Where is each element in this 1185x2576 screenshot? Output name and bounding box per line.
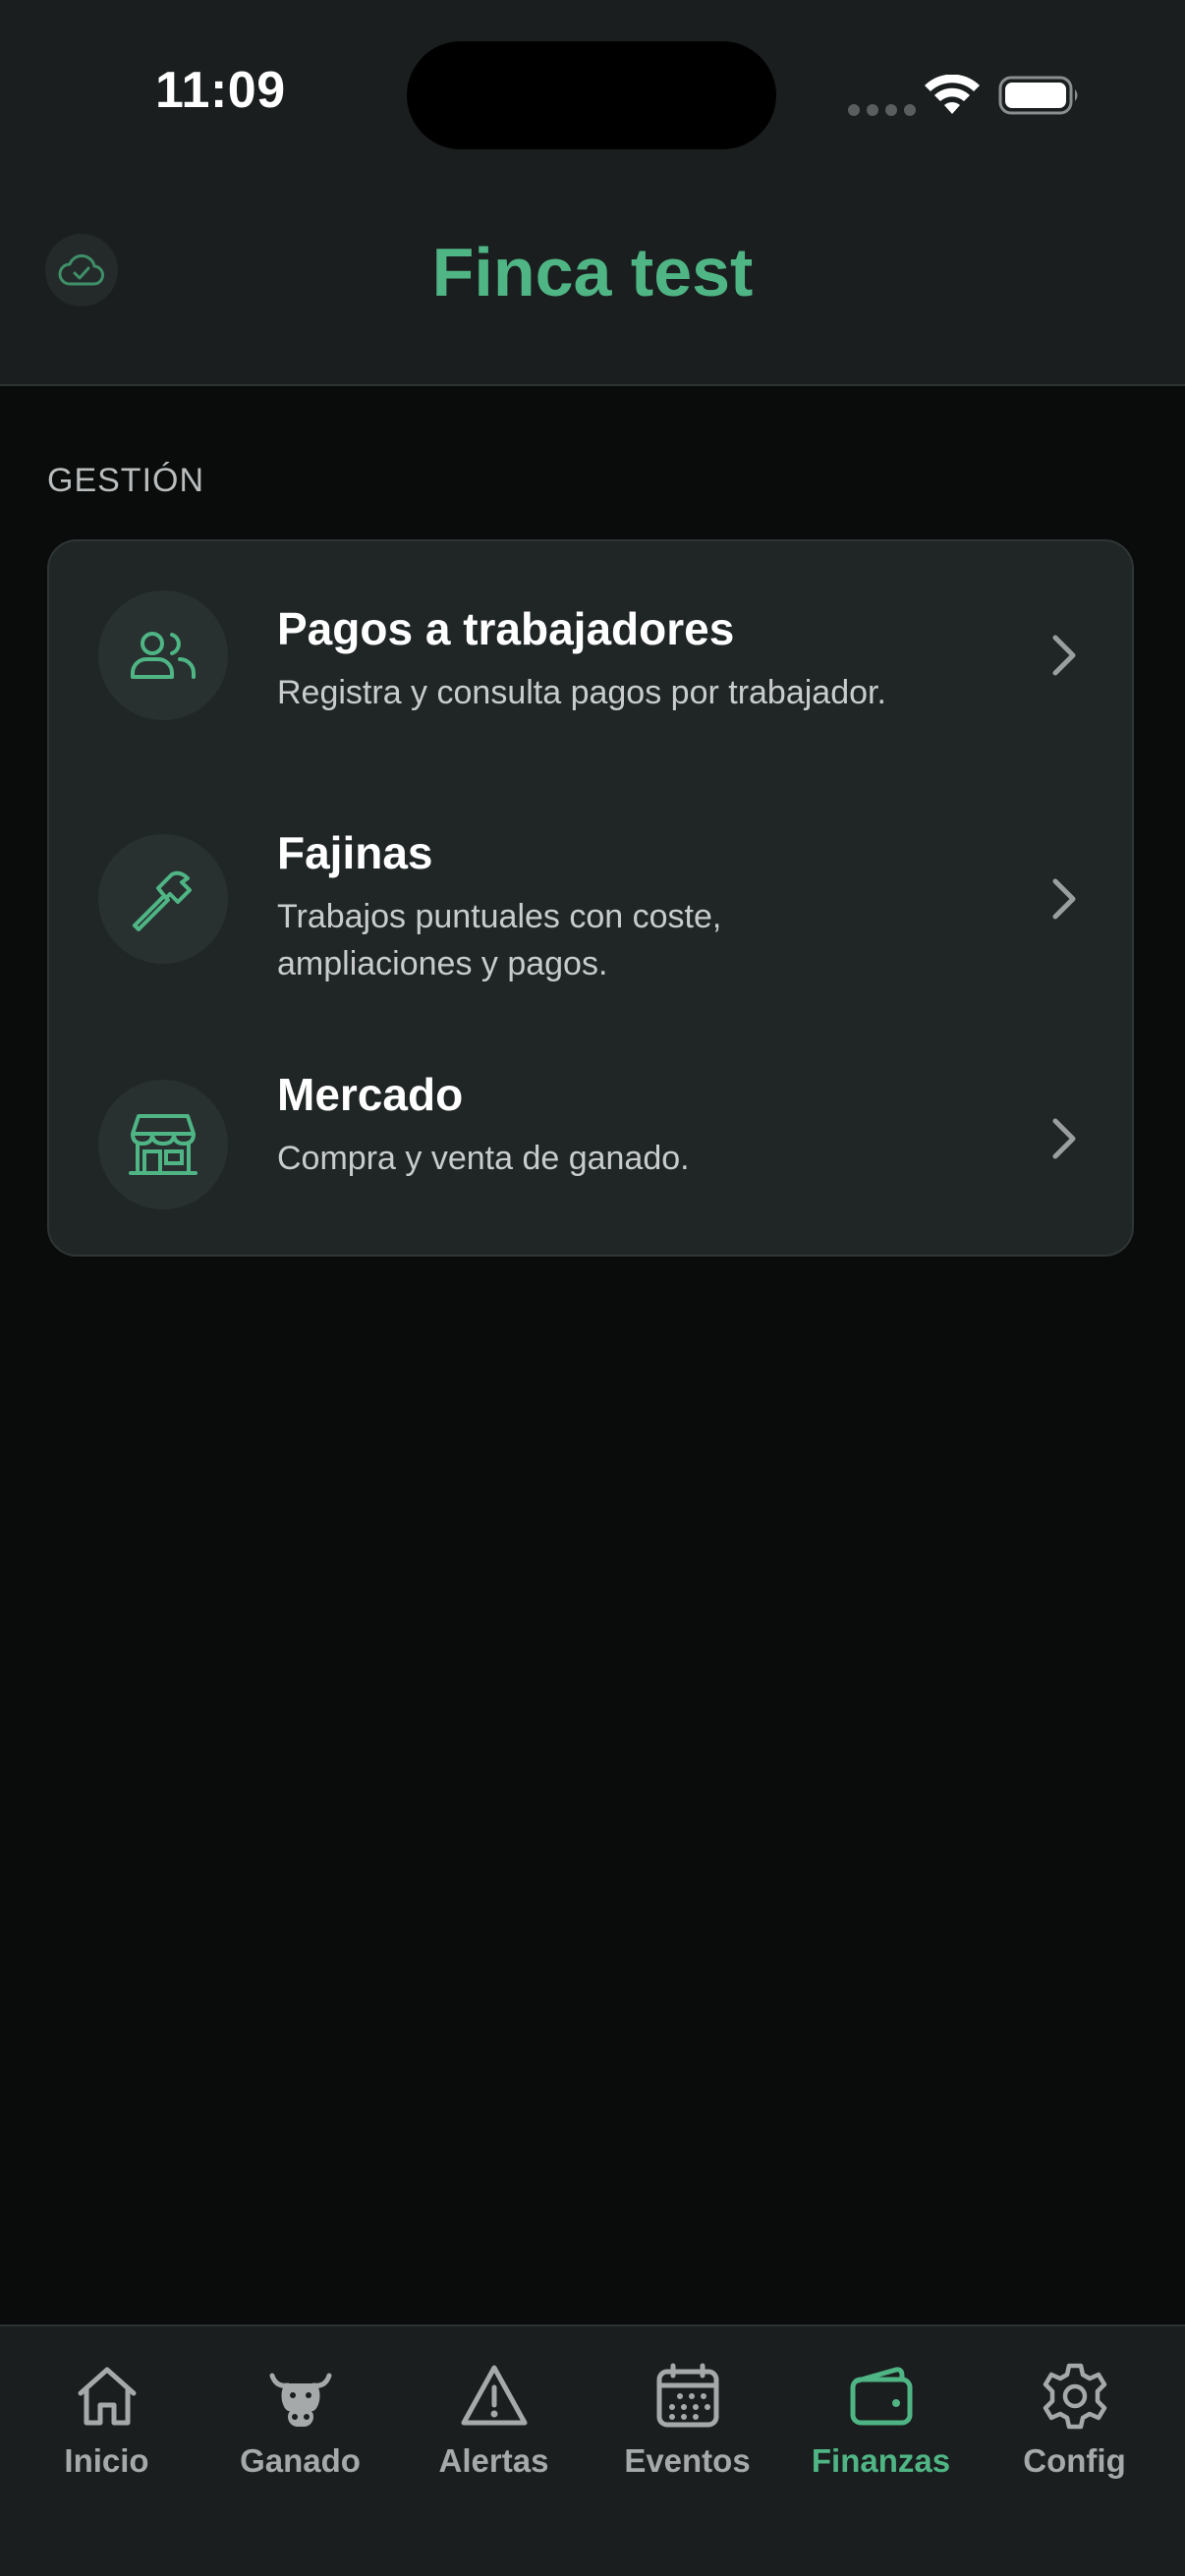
tab-ganado[interactable]: Ganado bbox=[203, 2326, 397, 2523]
dynamic-island bbox=[407, 41, 776, 149]
cellular-signal-icon bbox=[848, 104, 916, 116]
wifi-icon bbox=[925, 75, 980, 114]
battery-icon bbox=[998, 76, 1078, 115]
menu-item-description: Trabajos puntuales con coste, ampliacion… bbox=[277, 898, 722, 982]
status-time: 11:09 bbox=[155, 62, 286, 119]
menu-card: Pagos a trabajadores Registra y consulta… bbox=[47, 539, 1134, 1257]
row-icon-container bbox=[98, 1080, 228, 1209]
menu-item-pagos-trabajadores[interactable]: Pagos a trabajadores Registra y consulta… bbox=[49, 541, 1136, 769]
menu-item-description: Registra y consulta pagos por trabajador… bbox=[277, 674, 886, 711]
menu-item-fajinas[interactable]: Fajinas Trabajos puntuales con coste, am… bbox=[49, 769, 1136, 1021]
app-screen: 11:09 Finca test GESTIÓN Pagos a trabaja… bbox=[0, 0, 1185, 2576]
calendar-icon bbox=[656, 2363, 719, 2428]
page-title: Finca test bbox=[431, 234, 754, 310]
row-icon-container bbox=[98, 834, 228, 964]
chevron-right-icon bbox=[1052, 878, 1076, 920]
tab-inicio[interactable]: Inicio bbox=[10, 2326, 203, 2523]
tab-label: Config bbox=[1023, 2442, 1126, 2479]
users-icon bbox=[131, 632, 196, 679]
wallet-icon bbox=[850, 2367, 913, 2426]
store-icon bbox=[129, 1114, 198, 1175]
tab-bar: Inicio Ganado Alertas Eventos Finanzas C… bbox=[0, 2324, 1185, 2576]
section-label: GESTIÓN bbox=[47, 462, 205, 499]
home-icon bbox=[78, 2367, 137, 2426]
menu-item-title: Mercado bbox=[277, 1069, 464, 1120]
menu-item-description: Compra y venta de ganado. bbox=[277, 1140, 690, 1177]
menu-item-title: Pagos a trabajadores bbox=[277, 603, 735, 654]
tab-finanzas[interactable]: Finanzas bbox=[784, 2326, 978, 2523]
row-icon-container bbox=[98, 590, 228, 720]
tab-alertas[interactable]: Alertas bbox=[397, 2326, 591, 2523]
header: 11:09 Finca test bbox=[0, 0, 1185, 386]
gear-icon bbox=[1043, 2363, 1107, 2430]
chevron-right-icon bbox=[1052, 1118, 1076, 1159]
cow-icon bbox=[269, 2373, 332, 2427]
tab-config[interactable]: Config bbox=[978, 2326, 1171, 2523]
warning-icon bbox=[461, 2365, 528, 2426]
menu-item-title: Fajinas bbox=[277, 827, 433, 878]
hammer-icon bbox=[133, 870, 192, 931]
chevron-right-icon bbox=[1052, 635, 1076, 676]
menu-item-mercado[interactable]: Mercado Compra y venta de ganado. bbox=[49, 1021, 1136, 1257]
tab-eventos[interactable]: Eventos bbox=[591, 2326, 784, 2523]
